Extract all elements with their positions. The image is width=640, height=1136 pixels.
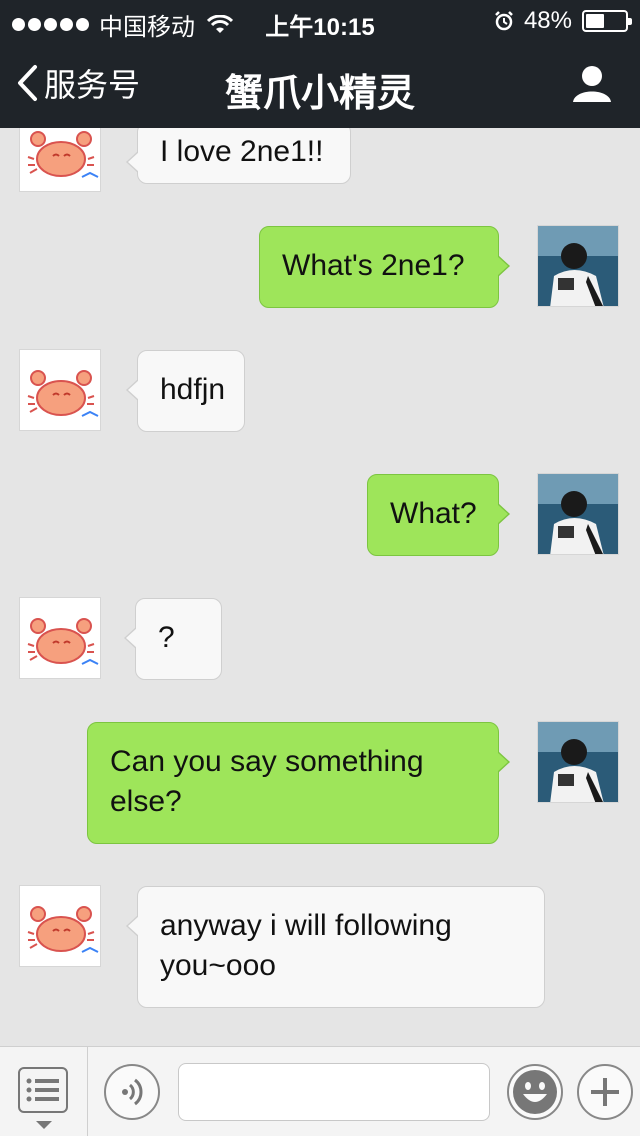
message-input[interactable] (178, 1063, 490, 1121)
bot-avatar[interactable] (19, 349, 101, 431)
person-icon[interactable] (572, 64, 612, 104)
bot-avatar[interactable] (19, 885, 101, 967)
user-avatar[interactable] (537, 473, 619, 555)
battery-icon (582, 10, 632, 32)
bot-avatar[interactable] (19, 597, 101, 679)
user-avatar[interactable] (537, 225, 619, 307)
message-text: What? (390, 497, 477, 530)
alarm-icon (495, 11, 513, 31)
caret-down-icon (36, 1121, 52, 1129)
emoji-button[interactable] (507, 1064, 563, 1120)
message-text: I love 2ne1!! (160, 135, 324, 168)
person-photo-icon (538, 722, 618, 802)
message-bubble-outgoing[interactable]: Can you say something else? (87, 722, 510, 844)
crab-icon (27, 370, 99, 417)
crab-icon (27, 618, 99, 665)
more-button[interactable] (577, 1064, 633, 1120)
nav-bar: 服务号 蟹爪小精灵 (0, 40, 640, 128)
plus-icon (591, 1078, 619, 1106)
bot-avatar[interactable] (19, 128, 101, 192)
voice-icon (122, 1078, 143, 1106)
person-photo-icon (538, 226, 618, 306)
message-text: ? (158, 621, 175, 654)
status-right: 48% (494, 7, 632, 35)
battery-percent: 48% (523, 7, 572, 34)
crab-icon (27, 131, 99, 178)
message-bubble-incoming[interactable]: I love 2ne1!! (126, 128, 351, 184)
list-icon (18, 1067, 68, 1113)
status-bar: 中国移动 上午10:15 48% (0, 0, 640, 41)
message-bubble-incoming[interactable]: anyway i will following you~ooo (126, 886, 545, 1008)
person-photo-icon (538, 474, 618, 554)
message-text: What's 2ne1? (282, 249, 465, 282)
message-text: hdfjn (160, 373, 226, 406)
user-avatar[interactable] (537, 721, 619, 803)
message-list[interactable]: I love 2ne1!! What's 2ne1? hdfjn What? ?… (0, 128, 640, 1046)
menu-toggle-button[interactable] (0, 1047, 88, 1136)
smiley-icon (513, 1070, 557, 1114)
voice-button[interactable] (104, 1064, 160, 1120)
message-text: Can you say something else? (110, 745, 424, 818)
message-bubble-incoming[interactable]: hdfjn (126, 350, 245, 432)
crab-icon (27, 906, 99, 953)
message-text: anyway i will following you~ooo (160, 909, 452, 982)
chat-title: 蟹爪小精灵 (224, 73, 415, 115)
input-bar (0, 1046, 640, 1136)
message-bubble-incoming[interactable]: ? (124, 598, 222, 680)
message-bubble-outgoing[interactable]: What's 2ne1? (259, 226, 510, 308)
message-bubble-outgoing[interactable]: What? (367, 474, 510, 556)
